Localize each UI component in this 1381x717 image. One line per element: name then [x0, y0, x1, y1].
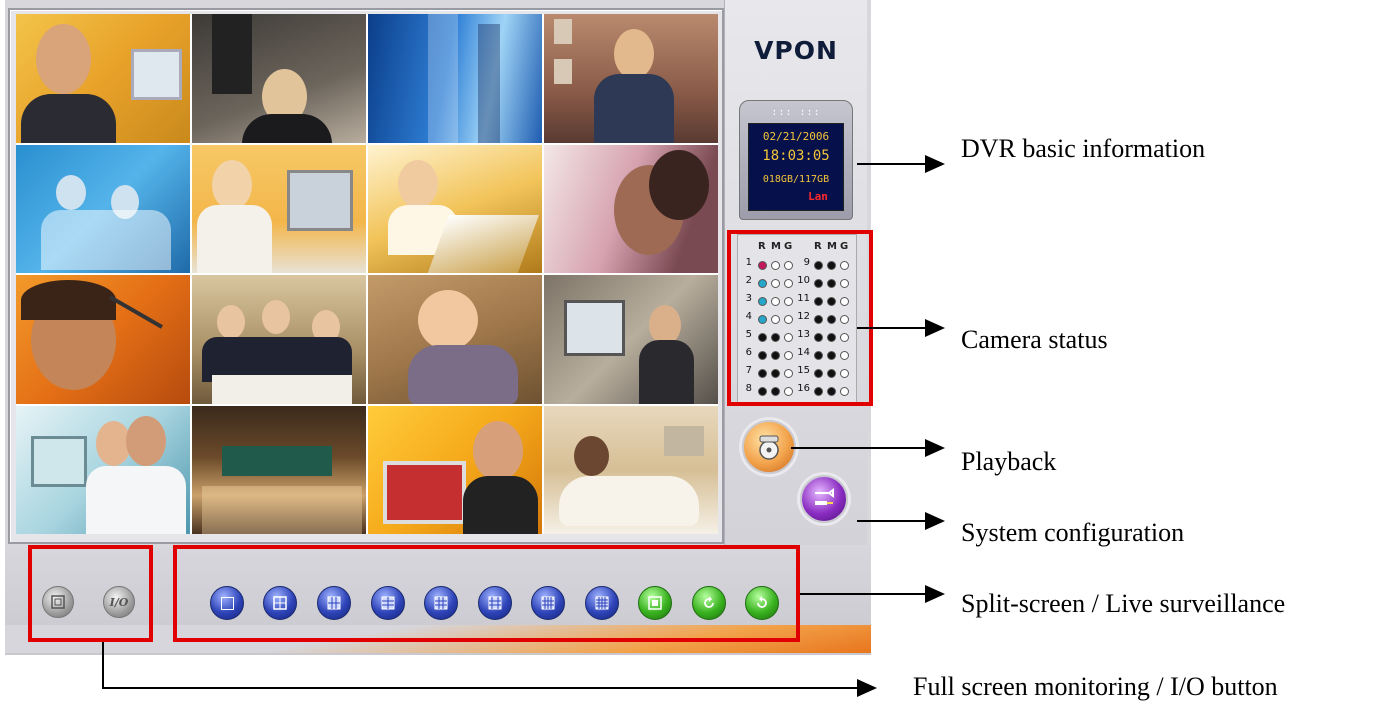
camera-view-5[interactable] — [16, 144, 190, 273]
camera-view-7[interactable] — [368, 144, 542, 273]
camera-view-9[interactable] — [16, 275, 190, 404]
camera-view-15[interactable] — [368, 405, 542, 534]
camera-view-1[interactable] — [16, 14, 190, 143]
camera-view-4[interactable] — [544, 14, 718, 143]
playback-reel-icon — [759, 435, 779, 460]
info-panel-dots: ::: ::: — [771, 107, 821, 118]
split-screen-arrow-line — [800, 593, 937, 595]
split-screen-annotation: Split-screen / Live surveillance — [961, 589, 1286, 618]
system-configuration-button[interactable] — [800, 475, 848, 523]
split-screen-highlight — [173, 545, 800, 642]
dvr-time: 18:03:05 — [762, 148, 830, 164]
fullscreen-io-arrow-vertical — [102, 642, 104, 688]
playback-annotation: Playback — [961, 447, 1057, 476]
dvr-info-panel: ::: ::: 02/21/2006 18:03:05 018GB/117GB … — [739, 100, 853, 220]
camera-view-11[interactable] — [368, 275, 542, 404]
vpon-logo: VPON — [754, 36, 838, 65]
playback-button[interactable] — [742, 420, 796, 474]
camera-video-grid-frame — [8, 8, 724, 544]
playback-arrow-line — [791, 447, 937, 449]
fullscreen-io-highlight — [28, 545, 153, 642]
camera-view-16[interactable] — [544, 405, 718, 534]
split-screen-arrow-head — [925, 585, 945, 603]
system-config-arrow-head — [925, 512, 945, 530]
dvr-connection: Lan — [808, 190, 828, 203]
camera-status-highlight — [727, 230, 873, 406]
dvr-storage: 018GB/117GB — [762, 174, 830, 185]
camera-view-3[interactable] — [368, 14, 542, 143]
dvr-info-arrow-head — [925, 155, 945, 173]
system-config-annotation: System configuration — [961, 518, 1185, 547]
camera-view-6[interactable] — [192, 144, 366, 273]
wrench-screwdriver-icon — [815, 488, 834, 505]
camera-view-13[interactable] — [16, 405, 190, 534]
camera-status-annotation: Camera status — [961, 325, 1108, 354]
playback-arrow-head — [925, 439, 945, 457]
camera-video-grid — [16, 14, 718, 534]
dvr-date: 02/21/2006 — [762, 130, 830, 143]
fullscreen-io-annotation: Full screen monitoring / I/O button — [913, 672, 1278, 701]
camera-view-2[interactable] — [192, 14, 366, 143]
dvr-info-screen: 02/21/2006 18:03:05 018GB/117GB Lan — [748, 123, 844, 211]
camera-view-14[interactable] — [192, 405, 366, 534]
camera-status-arrow-head — [925, 319, 945, 337]
camera-view-12[interactable] — [544, 275, 718, 404]
dvr-info-annotation: DVR basic information — [961, 134, 1206, 163]
fullscreen-io-arrow-line — [102, 687, 867, 689]
fullscreen-io-arrow-head — [857, 679, 877, 697]
camera-view-10[interactable] — [192, 275, 366, 404]
camera-view-8[interactable] — [544, 144, 718, 273]
